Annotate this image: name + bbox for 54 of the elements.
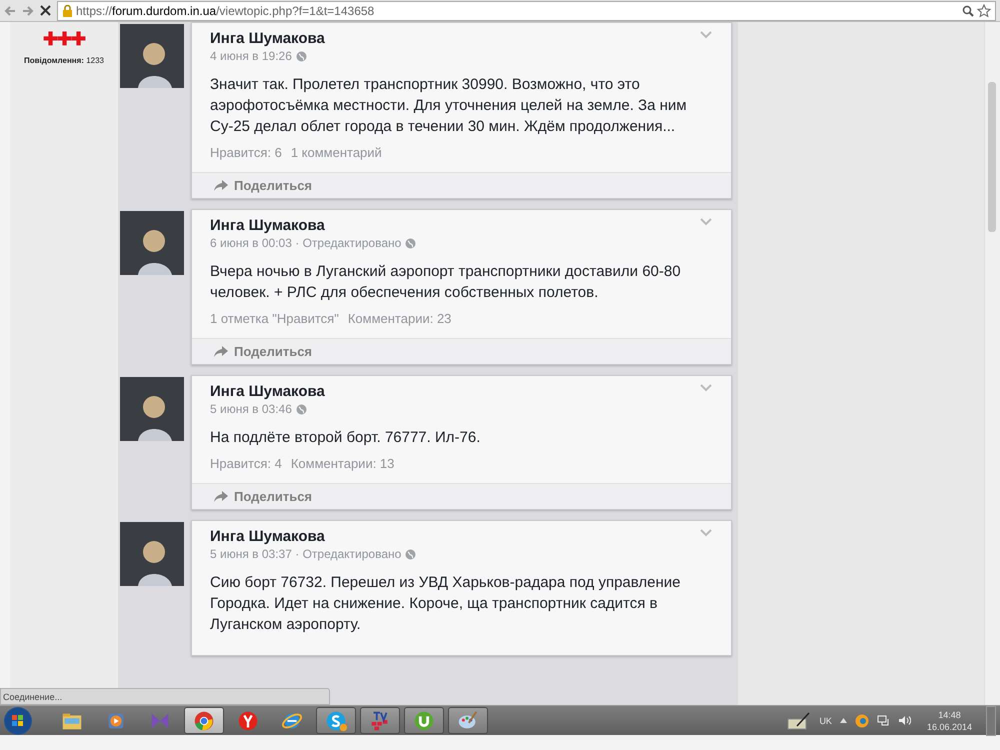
disc-icon[interactable]: [854, 714, 869, 728]
share-arrow-icon: [214, 180, 228, 191]
start-button[interactable]: [4, 706, 32, 734]
author-name[interactable]: Инга Шумакова: [210, 528, 325, 545]
language-indicator[interactable]: UK: [819, 716, 832, 726]
post-time[interactable]: 6 июня в 00:03 · Отредактировано: [210, 236, 402, 250]
search-icon[interactable]: [962, 4, 974, 16]
lock-icon: [62, 4, 73, 16]
stop-icon[interactable]: [40, 5, 51, 16]
post-count: Повідомлення: 1233: [24, 56, 104, 65]
globe-icon: [296, 404, 307, 414]
clock-time: 14:48: [938, 708, 961, 720]
address-bar[interactable]: https://forum.durdom.in.ua/viewtopic.php?f=1&t=143658: [57, 0, 996, 20]
globe-icon: [405, 548, 416, 560]
globe-icon: [405, 238, 416, 248]
likes-link[interactable]: Нравится: 6: [210, 145, 282, 160]
share-link[interactable]: Поделиться: [234, 489, 312, 504]
post-text: На подлёте второй борт. 76777. Ил-76.: [210, 428, 482, 448]
volume-icon[interactable]: [898, 715, 911, 726]
clock[interactable]: 14:48 16.06.2014: [926, 708, 972, 732]
author-name[interactable]: Инга Шумакова: [210, 30, 325, 47]
taskbar-button[interactable]: [404, 707, 444, 734]
network-icon[interactable]: [876, 714, 890, 726]
post-time[interactable]: 4 июня в 19:26: [210, 49, 292, 63]
share-link[interactable]: Поделиться: [234, 178, 312, 193]
post-time[interactable]: 5 июня в 03:37 · Отредактировано: [210, 547, 402, 561]
clock-date: 16.06.2014: [926, 720, 972, 732]
author-name[interactable]: Инга Шумакова: [210, 217, 325, 234]
share-link[interactable]: Поделиться: [234, 344, 312, 359]
status-text: Соединение...: [3, 692, 62, 702]
star-icon[interactable]: [977, 4, 991, 18]
globe-icon: [296, 50, 307, 62]
forward-icon[interactable]: [22, 4, 34, 16]
author-name[interactable]: Инга Шумакова: [210, 383, 325, 400]
share-arrow-icon: [214, 346, 228, 357]
taskbar-button[interactable]: [316, 707, 356, 734]
comments-link[interactable]: Комментарии: 13: [290, 456, 394, 471]
likes-link[interactable]: Нравится: 4: [210, 456, 282, 471]
comments-link[interactable]: Комментарии: 23: [348, 311, 452, 326]
url-text[interactable]: https://forum.durdom.in.ua/viewtopic.php?f=1&t=143658: [76, 4, 374, 18]
taskbar-button[interactable]: [184, 707, 224, 734]
back-icon[interactable]: [4, 4, 16, 16]
comments-link[interactable]: 1 комментарий: [290, 145, 382, 160]
post-time[interactable]: 5 июня в 03:46: [210, 402, 292, 416]
post-text: Сию борт 76732. Перешел из УВД Харьков-радара под управление Городка. Идет на снижение. Короче, ща транспортник садится в Луганском аэропорту.: [210, 573, 682, 635]
caret-up-icon[interactable]: [840, 718, 847, 723]
post-text: Значит так. Пролетел транспортник 30990. Возможно, что это аэрофотосъёмка местности. Для уточнения целей на земле. За ним Су-25 делал облет города в течении 30 мин. Ждём продолжения...: [210, 75, 688, 137]
likes-link[interactable]: 1 отметка "Нравится": [210, 311, 339, 326]
taskbar-button[interactable]: [448, 707, 488, 734]
pen-tablet-icon[interactable]: [787, 712, 812, 730]
rank-crosses: ✚✚✚: [43, 30, 85, 48]
scrollbar-thumb[interactable]: [988, 82, 996, 232]
share-arrow-icon: [214, 491, 228, 502]
post-text: Вчера ночью в Луганский аэропорт транспортники доставили 60-80 человек. + РЛС для обеспечения собственных полетов.: [210, 262, 682, 303]
